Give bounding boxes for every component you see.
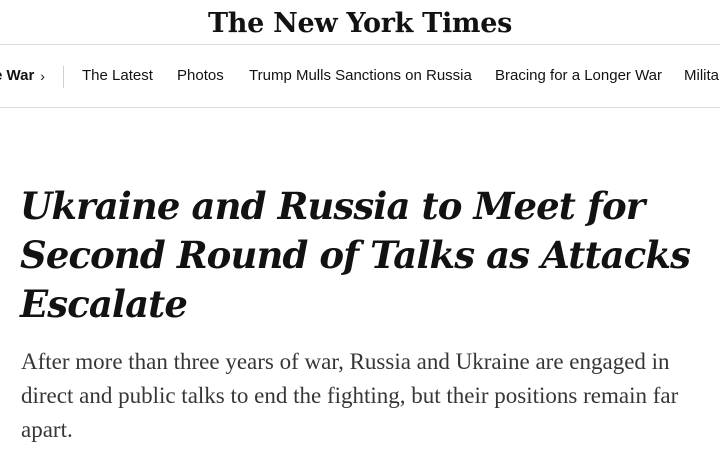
chevron-right-icon: › bbox=[40, 67, 45, 84]
nyt-logo[interactable]: The New York Times bbox=[208, 10, 512, 37]
nav-item-militar[interactable]: Milita bbox=[684, 67, 719, 84]
article-headline: Ukraine and Russia to Meet for Second Ro… bbox=[20, 184, 691, 326]
masthead: The New York Times bbox=[0, 0, 720, 44]
nav-section-label: e War bbox=[0, 67, 35, 84]
nav-item-photos[interactable]: Photos bbox=[177, 67, 224, 84]
article-summary: After more than three years of war, Russ… bbox=[21, 349, 679, 442]
nav-item-the-latest[interactable]: The Latest bbox=[82, 67, 153, 84]
nav-item-trump-mulls-sanctions[interactable]: Trump Mulls Sanctions on Russia bbox=[249, 67, 472, 84]
nav-divider bbox=[63, 66, 64, 88]
section-nav: e War › The Latest Photos Trump Mulls Sa… bbox=[0, 44, 720, 108]
nav-section-link[interactable]: e War › bbox=[0, 67, 45, 84]
nav-item-bracing-longer-war[interactable]: Bracing for a Longer War bbox=[495, 67, 662, 84]
